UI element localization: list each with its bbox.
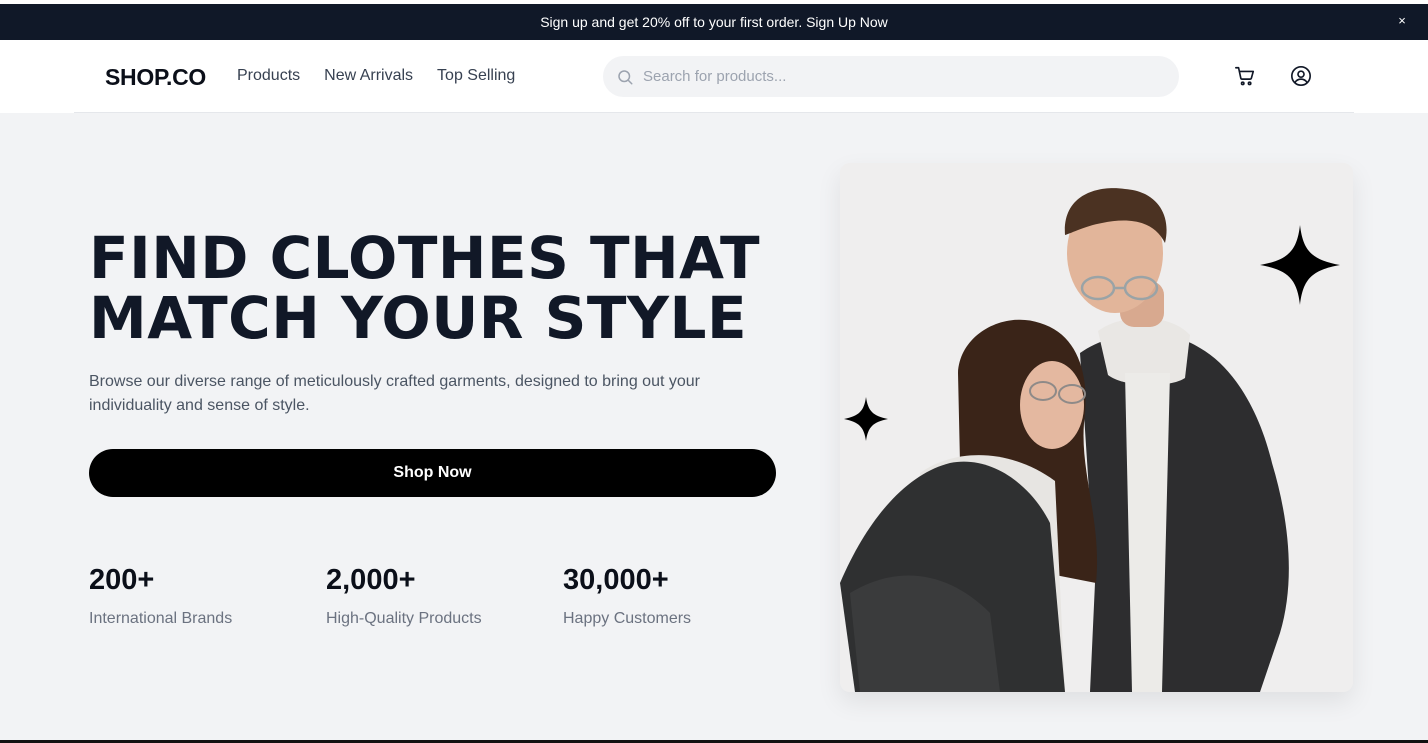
user-icon[interactable] <box>1290 65 1312 87</box>
hero-headline: FIND CLOTHES THAT MATCH YOUR STYLE <box>89 228 789 348</box>
stat-label: Happy Customers <box>563 610 692 627</box>
logo[interactable]: SHOP.CO <box>105 64 206 91</box>
promo-banner: Sign up and get 20% off to your first or… <box>0 4 1428 40</box>
stat-brands: 200+ International Brands <box>89 562 232 628</box>
hero-description: Browse our diverse range of meticulously… <box>89 373 700 414</box>
cart-icon[interactable] <box>1234 65 1256 87</box>
hero-illustration <box>840 163 1353 692</box>
close-icon[interactable]: × <box>1394 13 1410 29</box>
promo-text[interactable]: Sign up and get 20% off to your first or… <box>540 14 888 30</box>
stat-label: High-Quality Products <box>326 610 482 627</box>
nav-divider <box>74 112 1354 113</box>
stat-value: 30,000+ <box>563 564 669 596</box>
shop-now-button[interactable]: Shop Now <box>89 449 776 497</box>
stat-products: 2,000+ High-Quality Products <box>326 562 482 628</box>
stat-value: 200+ <box>89 564 155 596</box>
hero-image <box>840 163 1353 692</box>
stat-value: 2,000+ <box>326 564 416 596</box>
search-icon <box>618 69 633 84</box>
nav-link-top-selling[interactable]: Top Selling <box>437 67 515 85</box>
nav-links: Products New Arrivals Top Selling <box>237 67 515 85</box>
hero-headline-line-2: MATCH YOUR STYLE <box>89 284 748 352</box>
stat-customers: 30,000+ Happy Customers <box>563 562 691 628</box>
nav-link-products[interactable]: Products <box>237 67 300 85</box>
search-bar <box>603 56 1179 97</box>
hero-headline-line-1: FIND CLOTHES THAT <box>89 224 761 292</box>
navbar: SHOP.CO Products New Arrivals Top Sellin… <box>0 40 1428 113</box>
nav-link-new-arrivals[interactable]: New Arrivals <box>324 67 413 85</box>
search-input[interactable] <box>643 61 1163 92</box>
stat-label: International Brands <box>89 610 233 627</box>
